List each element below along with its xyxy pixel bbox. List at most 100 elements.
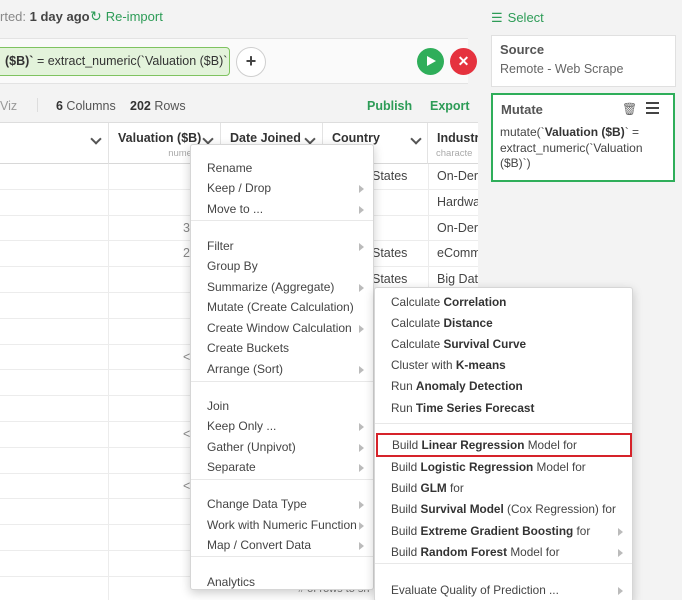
select-steps-link[interactable]: ☰ Select xyxy=(491,10,544,26)
table-info-bar: Viz 6 Columns 202 Rows Publish Export xyxy=(0,92,480,120)
analytics-menu-item[interactable]: Build Random Forest Model for xyxy=(375,543,632,563)
context-menu-item[interactable]: Change Data Type xyxy=(191,495,373,515)
context-menu-item[interactable]: Summarize (Aggregate) xyxy=(191,278,373,298)
code-prefix: mutate(` xyxy=(500,125,545,139)
context-menu-item[interactable]: Group By xyxy=(191,257,373,277)
menu-item-label: Map / Convert Data xyxy=(207,538,312,552)
menu-item-label: Create Window Calculation xyxy=(207,321,352,335)
context-menu-item[interactable]: Map / Convert Data xyxy=(191,536,373,556)
item-text: Model for xyxy=(507,545,560,559)
menu-item-label: Move to ... xyxy=(207,202,264,216)
step-title: Source xyxy=(500,42,545,57)
table-cell: On-Der xyxy=(437,220,478,235)
formula-bold: ($B)` xyxy=(5,54,34,68)
context-menu-item[interactable]: Arrange (Sort) xyxy=(191,360,373,380)
analytics-menu-item[interactable]: Run Time Series Forecast xyxy=(375,399,632,419)
viz-tab[interactable]: Viz xyxy=(0,99,17,113)
item-text: Build xyxy=(392,438,422,452)
context-menu-item[interactable]: Keep / Drop xyxy=(191,179,373,199)
menu-item-label: Rename xyxy=(207,161,253,175)
row-count-value: 202 xyxy=(130,99,151,113)
divider xyxy=(37,98,38,112)
context-menu-item[interactable]: Mutate (Create Calculation) xyxy=(191,298,373,318)
item-text: Build xyxy=(391,545,421,559)
menu-divider xyxy=(191,220,373,221)
item-text-bold: K-means xyxy=(455,358,506,372)
context-menu-item[interactable]: Create Window Calculation xyxy=(191,319,373,339)
reimport-link[interactable]: ↻ Re-import xyxy=(90,8,163,25)
menu-item-label: Change Data Type xyxy=(207,497,307,511)
table-cell: States xyxy=(372,272,408,287)
analytics-menu-item[interactable]: Build Logistic Regression Model for xyxy=(375,458,632,478)
run-button[interactable] xyxy=(417,48,444,75)
menu-item-label: Analytics xyxy=(207,575,256,589)
item-text: Build xyxy=(391,524,421,538)
step-formula-input[interactable]: ($B)` = extract_numeric(`Valuation ($B)` xyxy=(0,47,230,76)
context-menu-item[interactable]: Rename xyxy=(191,159,373,179)
cancel-button[interactable]: ✕ xyxy=(450,48,477,75)
imported-when: 1 day ago xyxy=(29,9,90,24)
item-text: Build xyxy=(391,502,421,516)
analytics-submenu: Calculate Correlation Calculate Distance C… xyxy=(374,287,633,600)
step-card-source[interactable]: Source Remote - Web Scrape xyxy=(491,35,676,87)
chevron-down-icon[interactable] xyxy=(202,133,214,145)
column-count-value: 6 xyxy=(56,99,63,113)
imported-status: rted: 1 day ago xyxy=(0,9,90,24)
column-context-menu: Rename Keep / Drop Move to ... Filter Group … xyxy=(190,144,374,590)
item-text-bold: Time Series Forecast xyxy=(415,401,535,415)
chevron-right-icon xyxy=(618,528,623,536)
chevron-right-icon xyxy=(359,522,364,530)
column-header-prev[interactable] xyxy=(0,123,109,164)
analytics-menu-item[interactable]: Calculate Distance xyxy=(375,314,632,334)
chevron-right-icon xyxy=(618,549,623,557)
context-menu-item[interactable]: Move to ... xyxy=(191,200,373,220)
step-card-mutate[interactable]: Mutate 🗑 mutate(`Valuation ($B)` = extra… xyxy=(491,93,675,182)
analytics-menu-item[interactable]: Run Anomaly Detection xyxy=(375,377,632,397)
analytics-menu-item[interactable]: Calculate Correlation xyxy=(375,293,632,313)
item-text-bold: Logistic Regression xyxy=(420,460,534,474)
table-cell: Big Dat xyxy=(437,272,478,287)
item-text: Build xyxy=(391,481,421,495)
export-button[interactable]: Export xyxy=(430,99,470,113)
menu-divider xyxy=(375,563,632,564)
context-menu-item[interactable]: Work with Numeric Function xyxy=(191,516,373,536)
context-menu-item[interactable]: Keep Only ... xyxy=(191,417,373,437)
trash-icon[interactable]: 🗑 xyxy=(622,102,637,116)
chevron-right-icon xyxy=(359,284,364,292)
chevron-down-icon[interactable] xyxy=(410,133,422,145)
context-menu-item[interactable]: Join xyxy=(191,397,373,417)
column-count: 6 Columns xyxy=(56,99,116,113)
row-count: 202 Rows xyxy=(130,99,186,113)
analytics-menu-item[interactable]: Build Survival Model (Cox Regression) fo… xyxy=(375,500,632,520)
item-text-bold: Survival Model xyxy=(420,502,504,516)
analytics-menu-item[interactable]: Build Extreme Gradient Boosting for xyxy=(375,522,632,542)
table-cell: eComm xyxy=(437,246,478,261)
analytics-menu-item[interactable]: Evaluate Quality of Prediction ... xyxy=(375,581,632,600)
item-text-bold: Extreme Gradient Boosting xyxy=(420,524,574,538)
context-menu-item[interactable]: Filter xyxy=(191,237,373,257)
column-type: characte xyxy=(436,148,473,159)
publish-button[interactable]: Publish xyxy=(367,99,412,113)
menu-item-label: Keep Only ... xyxy=(207,419,277,433)
column-name: Valuation ($B) xyxy=(118,131,202,145)
add-step-button[interactable]: + xyxy=(236,47,266,77)
menu-icon[interactable] xyxy=(646,102,659,117)
item-text: Model for xyxy=(524,438,577,452)
analytics-menu-item[interactable]: Cluster with K-means xyxy=(375,356,632,376)
refresh-icon: ↻ xyxy=(90,8,102,24)
analytics-menu-item[interactable]: Build GLM for xyxy=(375,479,632,499)
chevron-down-icon[interactable] xyxy=(90,133,102,145)
chevron-down-icon[interactable] xyxy=(304,133,316,145)
context-menu-item[interactable]: Gather (Unpivot) xyxy=(191,438,373,458)
menu-item-label: Join xyxy=(207,399,230,413)
analytics-menu-item[interactable]: Calculate Survival Curve xyxy=(375,335,632,355)
column-header-industry[interactable]: Industr characte xyxy=(428,123,478,164)
analytics-menu-item[interactable]: Build Linear Regression Model for xyxy=(376,433,632,457)
context-menu-item[interactable]: Create Buckets xyxy=(191,339,373,359)
menu-item-label: Separate xyxy=(207,460,256,474)
table-cell: Hardwa xyxy=(437,194,478,209)
context-menu-item[interactable]: Separate xyxy=(191,458,373,478)
context-menu-item[interactable]: Analytics xyxy=(191,573,373,593)
item-text: Calculate xyxy=(391,337,444,351)
item-text: Run xyxy=(391,379,416,393)
